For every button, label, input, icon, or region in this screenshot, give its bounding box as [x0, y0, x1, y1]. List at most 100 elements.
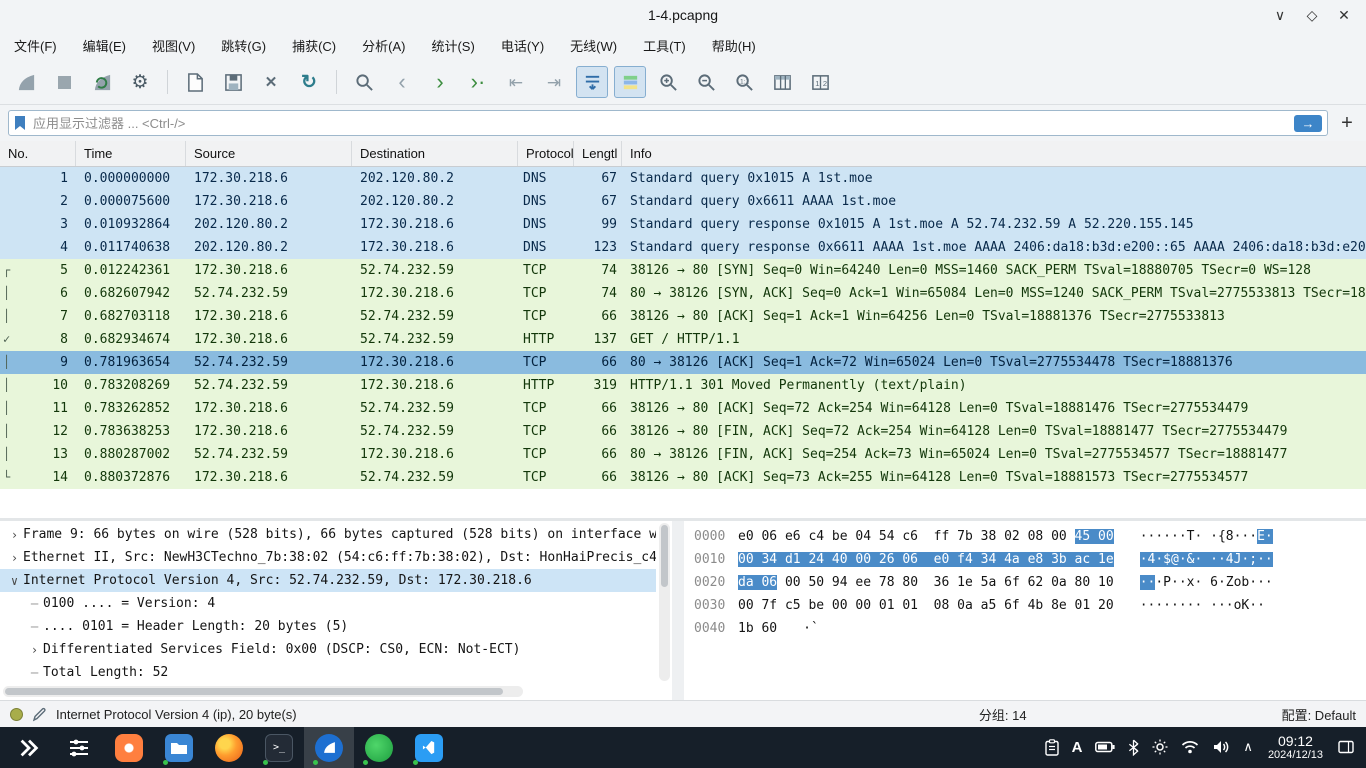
detail-line[interactable]: ›Differentiated Services Field: 0x00 (DS… [0, 638, 656, 661]
find-packet-button[interactable] [348, 66, 380, 98]
tray-expand-icon[interactable]: ∧ [1243, 739, 1253, 755]
add-filter-button[interactable]: + [1336, 112, 1358, 135]
taskbar-file-manager[interactable] [154, 727, 204, 768]
volume-icon[interactable] [1212, 739, 1230, 755]
zoom-reset-button[interactable]: 1:1 [728, 66, 760, 98]
show-desktop-icon[interactable] [1338, 740, 1354, 754]
hex-row-0040[interactable]: 00401b 60·` [684, 617, 1366, 640]
packet-row-7[interactable]: │70.682703118172.30.218.652.74.232.59TCP… [0, 305, 1366, 328]
column-header-protocol[interactable]: Protocol [518, 141, 574, 166]
first-packet-button[interactable]: ⇤ [500, 66, 532, 98]
hex-row-0020[interactable]: 0020da 06 00 50 94 ee 78 80 36 1e 5a 6f … [684, 571, 1366, 594]
auto-scroll-toggle[interactable] [576, 66, 608, 98]
taskbar-terminal[interactable]: >_ [254, 727, 304, 768]
capture-options-button[interactable]: ⚙ [124, 66, 156, 98]
go-forward-button[interactable]: › [424, 66, 456, 98]
packet-row-13[interactable]: │130.88028700252.74.232.59172.30.218.6TC… [0, 443, 1366, 466]
close-button[interactable]: ✕ [1332, 3, 1356, 27]
minimize-button[interactable]: ∨ [1268, 3, 1292, 27]
close-file-button[interactable]: ✕ [255, 66, 287, 98]
menu-file[interactable]: 文件(F) [14, 36, 57, 55]
column-header-time[interactable]: Time [76, 141, 186, 166]
column-header-source[interactable]: Source [186, 141, 352, 166]
hex-row-0030[interactable]: 003000 7f c5 be 00 00 01 01 08 0a a5 6f … [684, 594, 1366, 617]
reload-file-button[interactable]: ↻ [293, 66, 325, 98]
menu-wireless[interactable]: 无线(W) [570, 36, 617, 55]
menu-telephony[interactable]: 电话(Y) [501, 36, 544, 55]
wifi-icon[interactable] [1181, 740, 1199, 754]
menu-view[interactable]: 视图(V) [152, 36, 195, 55]
menu-analyze[interactable]: 分析(A) [362, 36, 405, 55]
taskbar-firefox[interactable] [204, 727, 254, 768]
clipboard-icon[interactable] [1045, 739, 1059, 756]
pane-splitter[interactable] [672, 521, 684, 700]
save-file-button[interactable] [217, 66, 249, 98]
filter-bookmark-icon[interactable] [14, 115, 26, 131]
column-header-info[interactable]: Info [622, 141, 1366, 166]
status-profile[interactable]: 配置: Default [1282, 705, 1356, 724]
apply-filter-button[interactable]: → [1294, 115, 1322, 132]
capture-comment-icon[interactable] [32, 707, 47, 722]
expand-arrow-icon[interactable]: › [26, 643, 43, 657]
packet-row-5[interactable]: ┌50.012242361172.30.218.652.74.232.59TCP… [0, 259, 1366, 282]
column-header-destination[interactable]: Destination [352, 141, 518, 166]
expand-arrow-icon[interactable]: › [6, 551, 23, 565]
detail-line[interactable]: ─.... 0101 = Header Length: 20 bytes (5) [0, 615, 656, 638]
taskbar-vscode[interactable] [404, 727, 454, 768]
detail-line[interactable]: ›Ethernet II, Src: NewH3CTechno_7b:38:02… [0, 546, 656, 569]
resize-columns-button[interactable] [766, 66, 798, 98]
bluetooth-icon[interactable] [1128, 739, 1139, 756]
scrollbar-thumb[interactable] [661, 525, 668, 587]
packet-row-2[interactable]: 20.000075600172.30.218.6202.120.80.2DNS6… [0, 190, 1366, 213]
packet-row-12[interactable]: │120.783638253172.30.218.652.74.232.59TC… [0, 420, 1366, 443]
task-view-button[interactable] [54, 727, 104, 768]
expert-info-icon[interactable] [10, 708, 23, 721]
start-capture-button[interactable] [10, 66, 42, 98]
input-method-indicator[interactable]: A [1072, 739, 1083, 756]
taskbar-kylin-software[interactable] [354, 727, 404, 768]
menu-statistics[interactable]: 统计(S) [431, 36, 474, 55]
packet-row-4[interactable]: 40.011740638202.120.80.2172.30.218.6DNS1… [0, 236, 1366, 259]
expand-arrow-icon[interactable]: › [6, 528, 23, 542]
go-to-packet-button[interactable]: ›· [462, 66, 494, 98]
colorize-toggle[interactable] [614, 66, 646, 98]
detail-line[interactable]: ›Frame 9: 66 bytes on wire (528 bits), 6… [0, 523, 656, 546]
column-header-no[interactable]: No. [0, 141, 76, 166]
zoom-out-button[interactable] [690, 66, 722, 98]
menu-tools[interactable]: 工具(T) [643, 36, 686, 55]
taskbar-clock[interactable]: 09:12 2024/12/13 [1268, 733, 1323, 762]
taskbar-wireshark[interactable] [304, 727, 354, 768]
packet-row-10[interactable]: │100.78320826952.74.232.59172.30.218.6HT… [0, 374, 1366, 397]
hex-row-0010[interactable]: 001000 34 d1 24 40 00 26 06 e0 f4 34 4a … [684, 548, 1366, 571]
packet-row-3[interactable]: 30.010932864202.120.80.2172.30.218.6DNS9… [0, 213, 1366, 236]
taskbar-app-store[interactable] [104, 727, 154, 768]
display-filter-input[interactable] [33, 116, 1287, 131]
brightness-icon[interactable] [1152, 739, 1168, 755]
stop-capture-button[interactable] [48, 66, 80, 98]
maximize-button[interactable]: ◇ [1300, 3, 1324, 27]
menu-go[interactable]: 跳转(G) [221, 36, 266, 55]
column-header-length[interactable]: Lengtl [574, 141, 622, 166]
detail-line[interactable]: ─Total Length: 52 [0, 661, 656, 684]
menu-edit[interactable]: 编辑(E) [83, 36, 126, 55]
packet-row-6[interactable]: │60.68260794252.74.232.59172.30.218.6TCP… [0, 282, 1366, 305]
last-packet-button[interactable]: ⇥ [538, 66, 570, 98]
detail-horizontal-scrollbar[interactable] [3, 686, 523, 697]
start-menu-button[interactable] [4, 727, 54, 768]
numbered-columns-button[interactable]: 12 [804, 66, 836, 98]
hex-row-0000[interactable]: 0000e0 06 e6 c4 be 04 54 c6 ff 7b 38 02 … [684, 525, 1366, 548]
open-file-button[interactable] [179, 66, 211, 98]
menu-capture[interactable]: 捕获(C) [292, 36, 336, 55]
packet-row-14[interactable]: └140.880372876172.30.218.652.74.232.59TC… [0, 466, 1366, 489]
battery-icon[interactable] [1095, 741, 1115, 753]
zoom-in-button[interactable] [652, 66, 684, 98]
menu-help[interactable]: 帮助(H) [712, 36, 756, 55]
scrollbar-thumb[interactable] [5, 688, 503, 695]
packet-row-8[interactable]: ✓80.682934674172.30.218.652.74.232.59HTT… [0, 328, 1366, 351]
detail-line[interactable]: ∨Internet Protocol Version 4, Src: 52.74… [0, 569, 656, 592]
go-back-button[interactable]: ‹ [386, 66, 418, 98]
restart-capture-button[interactable] [86, 66, 118, 98]
detail-line[interactable]: ─0100 .... = Version: 4 [0, 592, 656, 615]
packet-row-1[interactable]: 10.000000000172.30.218.6202.120.80.2DNS6… [0, 167, 1366, 190]
collapse-arrow-icon[interactable]: ∨ [6, 574, 23, 588]
